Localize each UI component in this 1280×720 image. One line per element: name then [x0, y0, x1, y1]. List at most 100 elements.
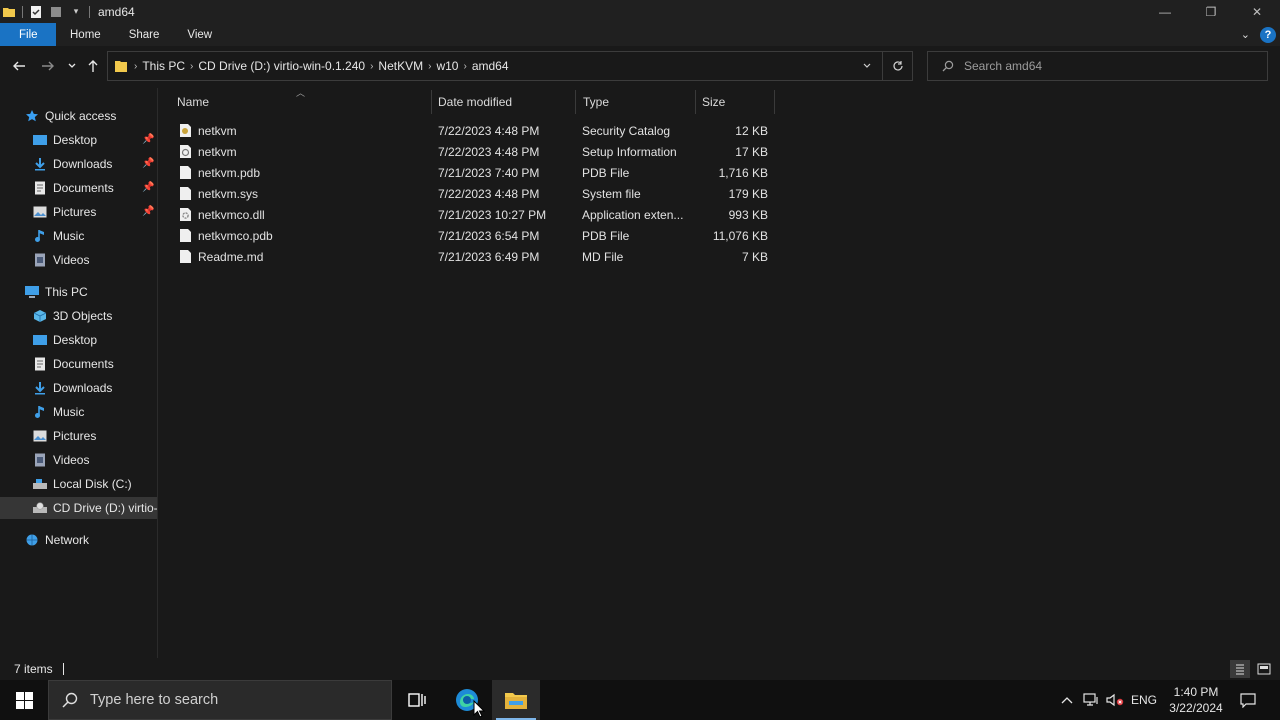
pin-icon[interactable]: 📌 — [142, 134, 154, 145]
file-name: netkvmco.pdb — [198, 228, 273, 243]
address-bar[interactable]: › This PC › CD Drive (D:) virtio-win-0.1… — [107, 51, 913, 81]
minimize-button[interactable]: — — [1142, 0, 1188, 23]
notifications-button[interactable] — [1234, 680, 1262, 720]
file-row[interactable]: netkvmco.dll 7/21/2023 10:27 PM Applicat… — [170, 204, 774, 225]
new-folder-icon[interactable] — [49, 5, 63, 19]
recent-locations-button[interactable] — [62, 56, 82, 76]
pane-splitter[interactable] — [157, 88, 158, 658]
tab-file[interactable]: File — [0, 23, 56, 46]
column-divider[interactable] — [695, 90, 696, 114]
music-icon — [32, 404, 48, 420]
navigation-pane: Quick access Desktop 📌 Downloads 📌 Docum… — [0, 88, 158, 658]
start-button[interactable] — [0, 680, 48, 720]
taskbar-edge-button[interactable] — [443, 680, 491, 720]
file-name: netkvm.sys — [198, 186, 259, 201]
column-header-size[interactable]: Size — [702, 90, 772, 114]
nav-pc-pictures[interactable]: Pictures — [32, 425, 158, 447]
column-divider[interactable] — [774, 90, 775, 114]
back-button[interactable] — [9, 56, 29, 76]
details-view-icon — [1236, 664, 1244, 675]
videos-icon — [32, 452, 48, 468]
show-hidden-icons-button[interactable] — [1056, 680, 1078, 720]
breadcrumb-cd-drive[interactable]: CD Drive (D:) virtio-win-0.1.240 — [198, 59, 365, 73]
nav-pc-downloads[interactable]: Downloads — [32, 377, 158, 399]
file-type: PDB File — [582, 228, 630, 243]
column-divider[interactable] — [575, 90, 576, 114]
nav-quick-downloads[interactable]: Downloads — [32, 153, 158, 175]
nav-quick-pictures[interactable]: Pictures — [32, 201, 158, 223]
videos-icon — [32, 252, 48, 268]
breadcrumb-separator-icon[interactable]: › — [463, 61, 466, 72]
local-disk-icon — [32, 476, 48, 492]
file-row[interactable]: Readme.md 7/21/2023 6:49 PM MD File 7 KB — [170, 246, 774, 267]
nav-pc-music[interactable]: Music — [32, 401, 158, 423]
taskbar-search-input[interactable]: Type here to search — [90, 692, 218, 708]
expand-ribbon-chevron-icon[interactable]: ⌄ — [1241, 28, 1250, 41]
pin-icon[interactable]: 📌 — [142, 206, 154, 217]
language-indicator[interactable]: ENG — [1128, 680, 1160, 720]
file-size: 993 KB — [728, 207, 768, 222]
details-view-button[interactable] — [1230, 660, 1250, 678]
breadcrumb-netkvm[interactable]: NetKVM — [378, 59, 423, 73]
file-row[interactable]: netkvm 7/22/2023 4:48 PM Security Catalo… — [170, 120, 774, 141]
file-size: 7 KB — [741, 249, 768, 264]
nav-pc-desktop[interactable]: Desktop — [32, 329, 158, 351]
refresh-button[interactable] — [882, 52, 912, 80]
taskbar-file-explorer-button[interactable] — [492, 680, 540, 720]
file-date: 7/21/2023 6:54 PM — [438, 228, 540, 243]
column-header-date-modified[interactable]: Date modified — [438, 90, 572, 114]
nav-quick-access[interactable]: Quick access — [24, 105, 158, 127]
nav-pc-local-disk[interactable]: Local Disk (C:) — [32, 473, 158, 495]
column-divider[interactable] — [431, 90, 432, 114]
nav-this-pc[interactable]: This PC — [24, 281, 158, 303]
nav-pc-documents[interactable]: Documents — [32, 353, 158, 375]
breadcrumb-amd64[interactable]: amd64 — [472, 59, 509, 73]
file-row[interactable]: netkvmco.pdb 7/21/2023 6:54 PM PDB File … — [170, 225, 774, 246]
customize-toolbar-chevron-icon[interactable]: ▾ — [69, 5, 83, 19]
nav-pc-videos[interactable]: Videos — [32, 449, 158, 471]
search-box[interactable]: Search amd64 — [927, 51, 1268, 81]
network-tray-button[interactable] — [1080, 680, 1102, 720]
tab-share[interactable]: Share — [115, 23, 174, 46]
tab-home[interactable]: Home — [56, 23, 115, 46]
folder-icon[interactable] — [2, 5, 16, 19]
clock[interactable]: 1:40 PM 3/22/2024 — [1164, 680, 1228, 720]
close-button[interactable]: ✕ — [1234, 0, 1280, 23]
breadcrumb-separator-icon[interactable]: › — [134, 61, 137, 72]
column-header-type[interactable]: Type — [583, 90, 693, 114]
breadcrumb-w10[interactable]: w10 — [436, 59, 458, 73]
help-icon[interactable]: ? — [1260, 26, 1276, 43]
large-icons-view-button[interactable] — [1254, 660, 1274, 678]
nav-pc-3d-objects[interactable]: 3D Objects — [32, 305, 158, 327]
breadcrumb-this-pc[interactable]: This PC — [142, 59, 185, 73]
windows-logo-icon — [15, 691, 33, 709]
column-header-name[interactable]: Name — [177, 90, 429, 114]
breadcrumb-separator-icon[interactable]: › — [428, 61, 431, 72]
address-history-button[interactable] — [852, 61, 882, 71]
file-row[interactable]: netkvm.sys 7/22/2023 4:48 PM System file… — [170, 183, 774, 204]
breadcrumb-separator-icon[interactable]: › — [190, 61, 193, 72]
volume-tray-button[interactable] — [1104, 680, 1126, 720]
up-button[interactable] — [83, 56, 103, 76]
nav-quick-videos[interactable]: Videos — [32, 249, 158, 271]
nav-quick-desktop[interactable]: Desktop — [32, 129, 158, 151]
properties-icon[interactable] — [29, 5, 43, 19]
taskbar-search-box[interactable]: Type here to search — [48, 680, 392, 720]
restore-button[interactable]: ❐ — [1188, 0, 1234, 23]
tab-view[interactable]: View — [173, 23, 226, 46]
pin-icon[interactable]: 📌 — [142, 182, 154, 193]
nav-quick-documents[interactable]: Documents — [32, 177, 158, 199]
search-icon — [942, 60, 954, 72]
task-view-button[interactable] — [392, 680, 440, 720]
file-row[interactable]: netkvm 7/22/2023 4:48 PM Setup Informati… — [170, 141, 774, 162]
forward-button[interactable] — [38, 56, 58, 76]
breadcrumb-separator-icon[interactable]: › — [370, 61, 373, 72]
nav-quick-music[interactable]: Music — [32, 225, 158, 247]
search-input[interactable]: Search amd64 — [964, 59, 1042, 73]
pin-icon[interactable]: 📌 — [142, 158, 154, 169]
downloads-icon — [32, 156, 48, 172]
nav-pc-cd-drive[interactable]: CD Drive (D:) virtio- — [0, 497, 158, 519]
file-row[interactable]: netkvm.pdb 7/21/2023 7:40 PM PDB File 1,… — [170, 162, 774, 183]
file-name: netkvm — [198, 123, 237, 138]
nav-network[interactable]: Network — [24, 529, 158, 551]
